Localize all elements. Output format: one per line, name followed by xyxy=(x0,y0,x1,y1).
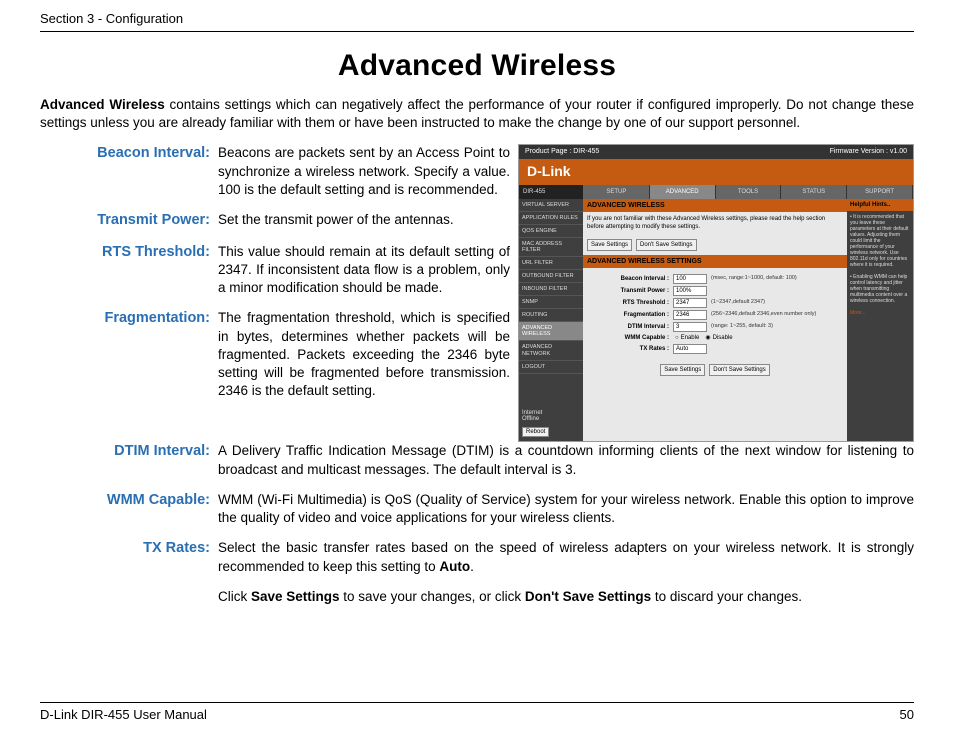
desc-save-instruction: Click Save Settings to save your changes… xyxy=(218,588,914,606)
desc-tx-rates: Select the basic transfer rates based on… xyxy=(218,539,914,575)
label-tx-rates: TX Rates: xyxy=(40,539,218,575)
ss-dont-save-button-bottom[interactable]: Don't Save Settings xyxy=(709,364,770,376)
ss-hints-2: • Enabling WMM can help control latency … xyxy=(847,271,913,307)
ss-tab-advanced[interactable]: ADVANCED xyxy=(650,185,716,199)
ss-inp-frag[interactable]: 2346 xyxy=(673,310,707,320)
label-fragmentation: Fragmentation: xyxy=(40,309,218,400)
ss-tab-setup[interactable]: SETUP xyxy=(584,185,650,199)
ss-side-item[interactable]: MAC ADDRESS FILTER xyxy=(519,238,583,257)
ss-side-item[interactable]: URL FILTER xyxy=(519,257,583,270)
section-label: Section 3 - Configuration xyxy=(40,10,183,28)
ss-inp-tx[interactable]: Auto xyxy=(673,344,707,354)
router-ui-screenshot: Product Page : DIR-455 Firmware Version … xyxy=(518,144,914,442)
ss-brand: D-Link xyxy=(519,159,913,185)
ss-side-item-advanced-wireless[interactable]: ADVANCED WIRELESS xyxy=(519,322,583,341)
ss-sidebar: VIRTUAL SERVER APPLICATION RULES QOS ENG… xyxy=(519,199,583,442)
ss-lbl-tx: TX Rates : xyxy=(589,345,673,353)
ss-lbl-dtim: DTIM Interval : xyxy=(589,323,673,331)
ss-inp-rts[interactable]: 2347 xyxy=(673,298,707,308)
ss-hints-more[interactable]: More... xyxy=(847,307,913,319)
ss-note-frag: (256~2346,default 2346,even number only) xyxy=(711,311,816,318)
ss-panel-note: If you are not familiar with these Advan… xyxy=(583,212,847,234)
ss-save-button-bottom[interactable]: Save Settings xyxy=(660,364,705,376)
ss-note-rts: (1~2347,default 2347) xyxy=(711,299,765,306)
ss-inp-beacon[interactable]: 100 xyxy=(673,274,707,284)
ss-note-beacon: (msec, range:1~1000, default: 100) xyxy=(711,275,797,282)
ss-side-item[interactable]: VIRTUAL SERVER xyxy=(519,199,583,212)
footer-manual-name: D-Link DIR-455 User Manual xyxy=(40,706,207,724)
ss-internet-status-value: Offline xyxy=(522,416,580,423)
ss-product-page: Product Page : DIR-455 xyxy=(525,147,599,156)
desc-fragmentation: The fragmentation threshold, which is sp… xyxy=(218,309,510,400)
ss-inp-dtim[interactable]: 3 xyxy=(673,322,707,332)
ss-hints-1: • It is recommended that you leave these… xyxy=(847,211,913,271)
ss-tab-support[interactable]: SUPPORT xyxy=(847,185,913,199)
intro-paragraph: Advanced Wireless contains settings whic… xyxy=(40,96,914,132)
label-dtim-interval: DTIM Interval: xyxy=(40,442,218,478)
ss-side-item[interactable]: ROUTING xyxy=(519,309,583,322)
label-wmm-capable: WMM Capable: xyxy=(40,491,218,527)
ss-panel-header: ADVANCED WIRELESS xyxy=(583,199,847,212)
ss-panel-header-2: ADVANCED WIRELESS SETTINGS xyxy=(583,255,847,268)
ss-tab-tools[interactable]: TOOLS xyxy=(716,185,782,199)
ss-wmm-disable[interactable]: Disable xyxy=(713,334,733,342)
label-rts-threshold: RTS Threshold: xyxy=(40,243,218,298)
label-transmit-power: Transmit Power: xyxy=(40,211,218,231)
ss-side-item[interactable]: OUTBOUND FILTER xyxy=(519,270,583,283)
intro-rest: contains settings which can negatively a… xyxy=(40,97,914,130)
ss-inp-power[interactable]: 100% xyxy=(673,286,707,296)
ss-side-item[interactable]: ADVANCED NETWORK xyxy=(519,341,583,360)
ss-lbl-rts: RTS Threshold : xyxy=(589,299,673,307)
ss-lbl-beacon: Beacon Interval : xyxy=(589,275,673,283)
footer-page-number: 50 xyxy=(900,706,914,724)
ss-lbl-frag: Fragmentation : xyxy=(589,311,673,319)
ss-side-item[interactable]: QOS ENGINE xyxy=(519,225,583,238)
ss-reboot-button[interactable]: Reboot xyxy=(522,427,549,438)
ss-internet-status-label: Internet xyxy=(522,410,580,417)
desc-wmm-capable: WMM (Wi-Fi Multimedia) is QoS (Quality o… xyxy=(218,491,914,527)
ss-note-dtim: (range: 1~255, default: 3) xyxy=(711,323,773,330)
ss-dont-save-button-top[interactable]: Don't Save Settings xyxy=(636,239,697,251)
ss-model: DIR-455 xyxy=(519,185,584,199)
page-footer: D-Link DIR-455 User Manual 50 xyxy=(40,702,914,724)
ss-side-item[interactable]: SNMP xyxy=(519,296,583,309)
ss-lbl-wmm: WMM Capable : xyxy=(589,334,673,342)
ss-hints-header: Helpful Hints.. xyxy=(847,199,913,211)
ss-firmware-version: Firmware Version : v1.00 xyxy=(830,147,907,156)
desc-rts-threshold: This value should remain at its default … xyxy=(218,243,510,298)
ss-wmm-enable[interactable]: Enable xyxy=(681,334,700,342)
intro-lead: Advanced Wireless xyxy=(40,97,165,112)
desc-dtim-interval: A Delivery Traffic Indication Message (D… xyxy=(218,442,914,478)
ss-side-item[interactable]: INBOUND FILTER xyxy=(519,283,583,296)
ss-side-item[interactable]: APPLICATION RULES xyxy=(519,212,583,225)
label-beacon-interval: Beacon Interval: xyxy=(40,144,218,199)
section-header: Section 3 - Configuration xyxy=(40,10,914,32)
ss-tab-status[interactable]: STATUS xyxy=(781,185,847,199)
page-title: Advanced Wireless xyxy=(40,46,914,87)
ss-side-item[interactable]: LOGOUT xyxy=(519,361,583,374)
ss-lbl-power: Transmit Power : xyxy=(589,287,673,295)
ss-form: Beacon Interval :100 (msec, range:1~1000,… xyxy=(583,268,847,441)
desc-transmit-power: Set the transmit power of the antennas. xyxy=(218,211,510,231)
ss-save-button-top[interactable]: Save Settings xyxy=(587,239,632,251)
desc-beacon-interval: Beacons are packets sent by an Access Po… xyxy=(218,144,510,199)
